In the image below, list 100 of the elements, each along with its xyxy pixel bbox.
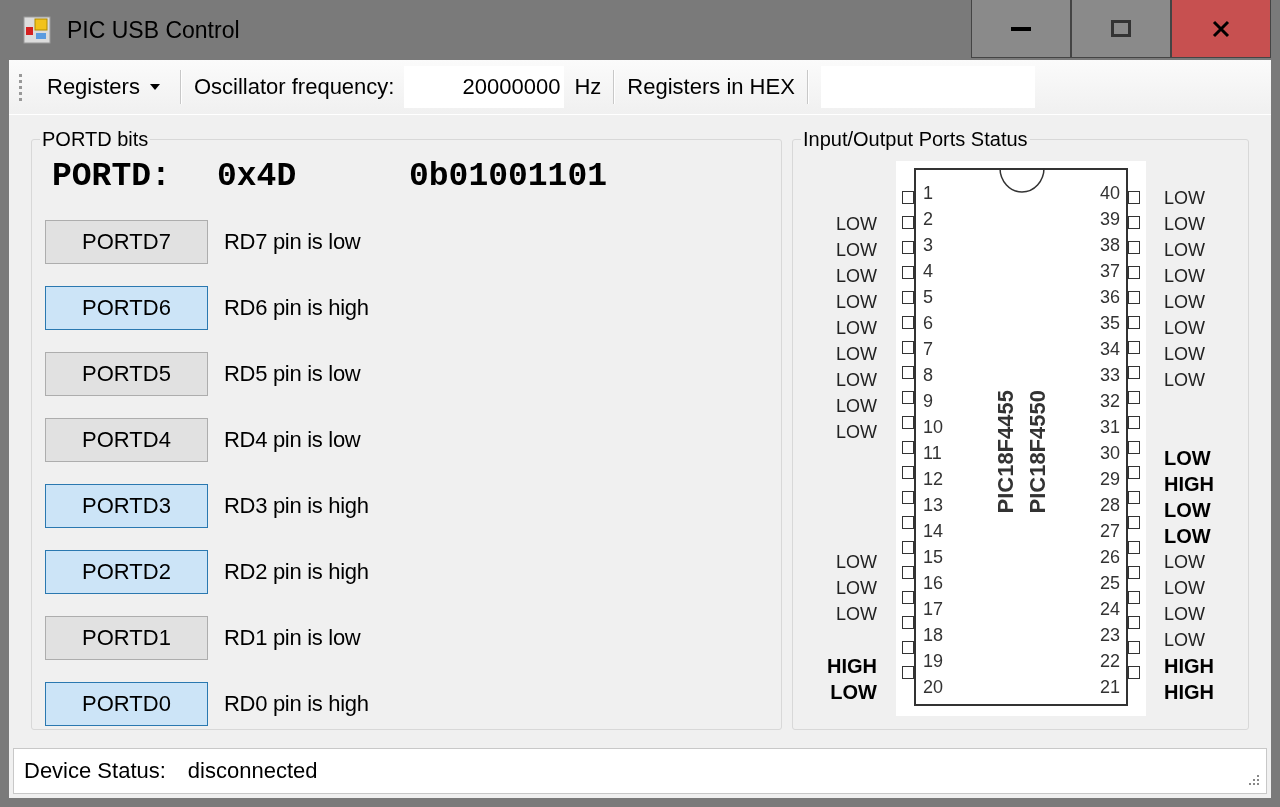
pin-number: 5 [923, 286, 933, 309]
pin-state: LOW [1164, 239, 1205, 261]
pin-number: 37 [1099, 260, 1120, 283]
status-label: Device Status: [24, 758, 166, 784]
pin-state: LOW [1164, 498, 1211, 522]
port-bit-button[interactable]: PORTD4 [45, 418, 208, 462]
pin-status: RD1 pin is low [224, 625, 361, 651]
pin-number: 38 [1099, 234, 1120, 257]
pin-state: LOW [1164, 317, 1205, 339]
port-bit-button[interactable]: PORTD1 [45, 616, 208, 660]
register-name: PORTD: [52, 158, 172, 194]
pin-number: 26 [1099, 546, 1120, 569]
pin-state: HIGH [1164, 472, 1214, 496]
pin-state: LOW [836, 395, 877, 417]
pin-number: 3 [923, 234, 933, 257]
pin-number: 28 [1099, 494, 1120, 517]
pin-status: RD4 pin is low [224, 427, 361, 453]
pin-number: 9 [923, 390, 933, 413]
pin-state: LOW [1164, 551, 1205, 573]
pin-number: 13 [923, 494, 944, 517]
pin-number: 14 [923, 520, 944, 543]
pin-state: LOW [836, 291, 877, 313]
group-title: Input/Output Ports Status [801, 128, 1030, 150]
pin-number: 18 [923, 624, 944, 647]
grip-icon [19, 72, 23, 102]
pin-number: 39 [1099, 208, 1120, 231]
oscillator-label: Oscillator frequency: [193, 74, 395, 100]
close-icon [1212, 19, 1230, 38]
binary-value: 0b01001101 [409, 158, 609, 194]
pin-number: 6 [923, 312, 933, 335]
pin-number: 12 [923, 468, 944, 491]
pin-state: LOW [830, 680, 877, 704]
pin-number: 36 [1099, 286, 1120, 309]
pin-number: 40 [1099, 182, 1120, 205]
port-bit-button[interactable]: PORTD2 [45, 550, 208, 594]
pin-status: RD6 pin is high [224, 295, 369, 321]
port-bit-button[interactable]: PORTD0 [45, 682, 208, 726]
pin-number: 24 [1099, 598, 1120, 621]
chip-name: PIC18F4550 [1024, 390, 1051, 514]
pin-number: 25 [1099, 572, 1120, 595]
window-title: PIC USB Control [67, 16, 240, 44]
pin-status: RD0 pin is high [224, 691, 369, 717]
maximize-button[interactable] [1071, 0, 1171, 58]
minimize-icon [1011, 26, 1031, 31]
pin-status: RD7 pin is low [224, 229, 361, 255]
port-bit-button[interactable]: PORTD5 [45, 352, 208, 396]
frequency-field[interactable]: 20000000 [404, 66, 565, 108]
pin-state: LOW [1164, 603, 1205, 625]
pin-state: LOW [836, 239, 877, 261]
pin-state: LOW [836, 317, 877, 339]
hex-label: Registers in HEX [627, 74, 795, 100]
pin-number: 35 [1099, 312, 1120, 335]
pin-number: 8 [923, 364, 933, 387]
pin-number: 31 [1099, 416, 1120, 439]
pin-state: LOW [836, 343, 877, 365]
pin-state: LOW [1164, 577, 1205, 599]
pin-number: 32 [1099, 390, 1120, 413]
pin-number: 19 [923, 650, 944, 673]
pin-state: HIGH [1164, 680, 1214, 704]
hex-value: 0x4D [217, 158, 298, 194]
port-bit-button[interactable]: PORTD3 [45, 484, 208, 528]
pin-number: 29 [1099, 468, 1120, 491]
pin-number: 15 [923, 546, 944, 569]
pin-number: 23 [1099, 624, 1120, 647]
pin-state: LOW [1164, 265, 1205, 287]
pin-state: LOW [1164, 446, 1211, 470]
app-icon [23, 16, 51, 44]
port-bit-button[interactable]: PORTD7 [45, 220, 208, 264]
port-bit-button[interactable]: PORTD6 [45, 286, 208, 330]
unit-label: Hz [574, 74, 602, 100]
pin-number: 34 [1099, 338, 1120, 361]
pin-number: 20 [923, 676, 944, 699]
resize-grip-icon [1246, 773, 1260, 787]
pin-state: LOW [836, 369, 877, 391]
pin-number: 16 [923, 572, 944, 595]
pin-number: 1 [923, 182, 933, 205]
pin-number: 33 [1099, 364, 1120, 387]
pin-state: LOW [836, 265, 877, 287]
pin-number: 10 [923, 416, 944, 439]
pin-state: LOW [836, 551, 877, 573]
pin-number: 27 [1099, 520, 1120, 543]
pin-number: 11 [923, 442, 942, 465]
pin-number: 7 [923, 338, 933, 361]
pin-number: 21 [1099, 676, 1120, 699]
pin-number: 22 [1099, 650, 1120, 673]
pin-state: LOW [836, 577, 877, 599]
pin-number: 17 [923, 598, 944, 621]
pin-state: HIGH [1164, 654, 1214, 678]
minimize-button[interactable] [971, 0, 1071, 58]
chip-name: PIC18F4455 [992, 390, 1019, 514]
pin-number: 2 [923, 208, 933, 231]
pin-number: 30 [1099, 442, 1120, 465]
status-value: disconnected [187, 758, 318, 784]
pin-state: LOW [1164, 629, 1205, 651]
close-button[interactable] [1171, 0, 1271, 58]
pin-state: LOW [1164, 187, 1205, 209]
pin-status: RD3 pin is high [224, 493, 369, 519]
pin-state: LOW [1164, 524, 1211, 548]
caret-icon [149, 84, 160, 90]
registers-menu[interactable]: Registers [41, 74, 168, 100]
